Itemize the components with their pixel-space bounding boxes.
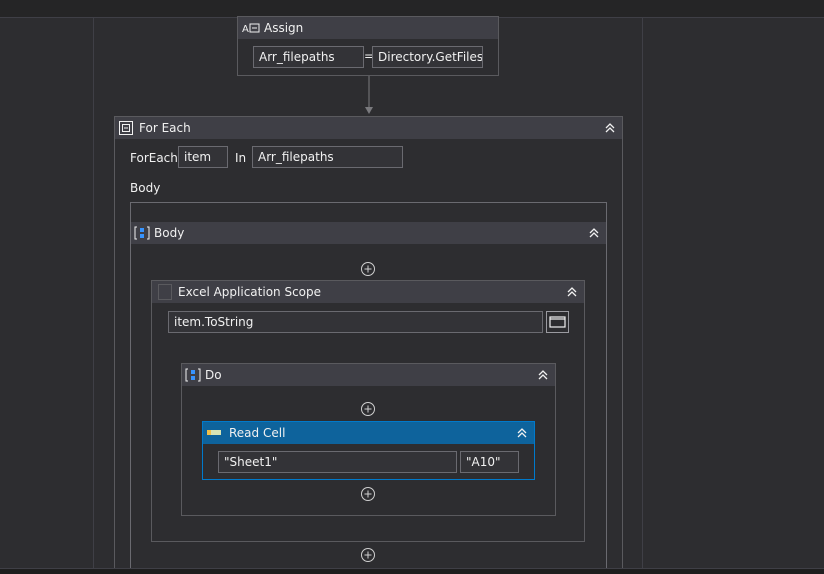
- do-sequence-title: Do: [205, 368, 222, 382]
- folder-icon: [549, 316, 566, 328]
- foreach-label: ForEach: [130, 151, 178, 165]
- add-activity-icon[interactable]: [360, 401, 376, 417]
- workbook-path-field[interactable]: item.ToString: [168, 311, 543, 333]
- body-sequence-title: Body: [154, 226, 185, 240]
- foreach-title: For Each: [139, 121, 191, 135]
- canvas-guide-right: [642, 18, 643, 570]
- excel-scope-header[interactable]: Excel Application Scope: [152, 281, 584, 303]
- read-cell-collapse-icon[interactable]: [516, 426, 528, 440]
- assign-to-field[interactable]: Arr_filepaths: [253, 46, 364, 68]
- assign-value-field[interactable]: Directory.GetFiles(": [372, 46, 483, 68]
- foreach-icon: [119, 121, 133, 135]
- body-sequence-header[interactable]: Body: [131, 222, 606, 244]
- foreach-collection-field[interactable]: Arr_filepaths: [252, 146, 403, 168]
- foreach-body-label: Body: [130, 181, 161, 195]
- foreach-collapse-icon[interactable]: [604, 121, 616, 135]
- assign-header[interactable]: A Assign: [238, 17, 498, 39]
- foreach-in-label: In: [235, 151, 247, 165]
- add-activity-icon[interactable]: [360, 547, 376, 563]
- body-collapse-icon[interactable]: [588, 226, 600, 240]
- assign-icon: A: [242, 23, 260, 34]
- canvas-guide-left: [93, 18, 94, 570]
- sheet-name-field[interactable]: "Sheet1": [218, 451, 457, 473]
- read-cell-title: Read Cell: [229, 426, 286, 440]
- do-collapse-icon[interactable]: [537, 368, 549, 382]
- excel-scope-icon: [158, 284, 172, 300]
- cell-address-field[interactable]: "A10": [460, 451, 519, 473]
- foreach-item-field[interactable]: item: [178, 146, 228, 168]
- browse-file-button[interactable]: [546, 311, 569, 333]
- excel-scope-collapse-icon[interactable]: [566, 285, 578, 299]
- excel-scope-title: Excel Application Scope: [178, 285, 322, 299]
- do-sequence-header[interactable]: Do: [182, 364, 555, 386]
- add-activity-icon[interactable]: [360, 486, 376, 502]
- assign-title: Assign: [264, 21, 304, 35]
- add-activity-icon[interactable]: [360, 261, 376, 277]
- read-cell-header[interactable]: Read Cell: [203, 422, 534, 444]
- sequence-icon: [134, 226, 150, 240]
- svg-text:A: A: [242, 24, 249, 34]
- sequence-icon: [185, 368, 201, 382]
- connector-arrow: [365, 76, 373, 114]
- foreach-header[interactable]: For Each: [115, 117, 622, 139]
- excel-cell-icon: [207, 430, 221, 435]
- designer-bottom-bar: [0, 568, 824, 574]
